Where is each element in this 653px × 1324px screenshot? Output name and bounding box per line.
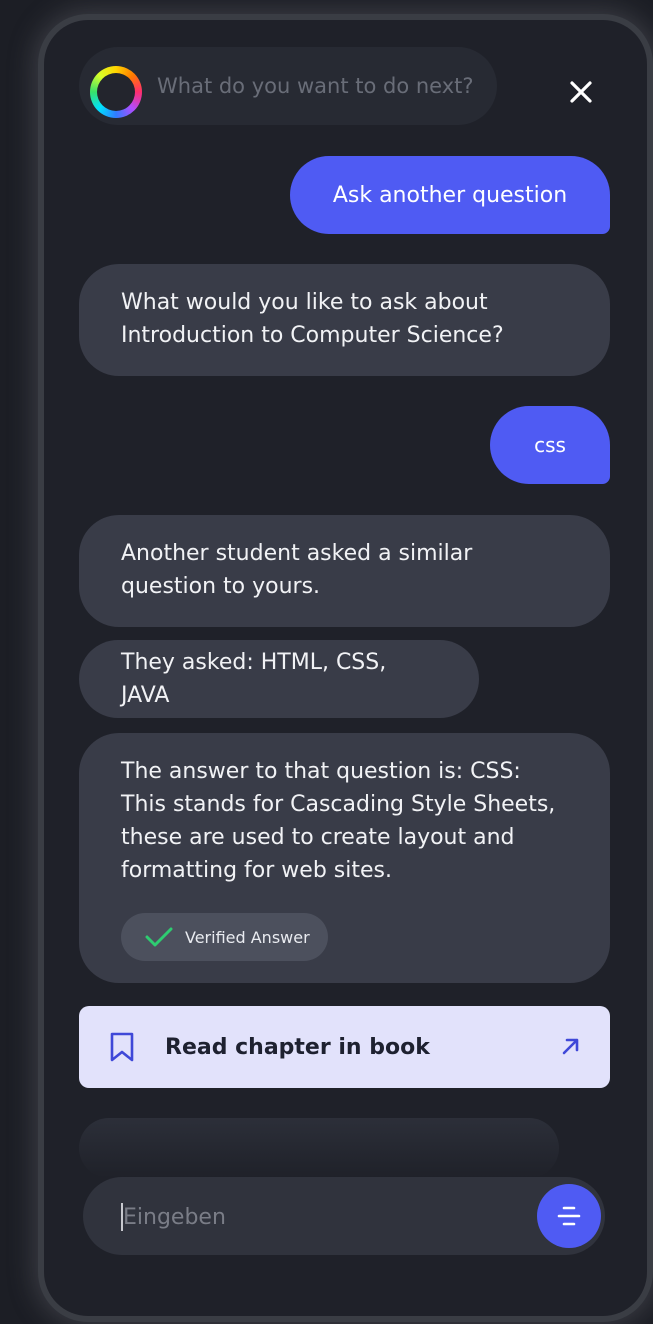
verified-answer-badge: Verified Answer [121,913,328,961]
user-message-text: Ask another question [332,182,568,208]
text-caret [121,1203,123,1231]
chat-panel: What do you want to do next? Ask another… [44,20,647,1316]
assistant-message: Another student asked a similar question… [79,515,610,627]
checkmark-icon [145,927,173,947]
next-action-pill[interactable]: What do you want to do next? [79,47,497,125]
assistant-message-text: They asked: HTML, CSS, JAVA [121,650,387,708]
user-message-text: css [534,432,566,457]
user-message: Ask another question [290,156,610,234]
assistant-message: What would you like to ask about Introdu… [79,264,610,376]
rainbow-ring-icon [90,66,142,118]
read-chapter-label: Read chapter in book [165,1034,430,1060]
message-composer [83,1177,605,1257]
assistant-message-text: What would you like to ask about Introdu… [121,290,504,348]
menu-button[interactable] [537,1184,601,1248]
faded-message-preview [79,1118,559,1178]
verified-answer-label: Verified Answer [185,927,310,947]
assistant-message-text: Another student asked a similar question… [121,541,473,599]
close-button[interactable] [561,72,601,112]
assistant-message-text: The answer to that question is: CSS: Thi… [121,759,556,883]
user-message: css [490,406,610,484]
menu-lines-icon [557,1206,581,1226]
assistant-answer-message: The answer to that question is: CSS: Thi… [79,733,610,983]
message-input[interactable] [121,1177,525,1257]
bookmark-icon [110,1032,134,1062]
assistant-message: They asked: HTML, CSS, JAVA [79,640,479,718]
close-icon [570,81,592,103]
arrow-up-right-icon [562,1038,579,1055]
next-action-placeholder: What do you want to do next? [157,74,474,98]
read-chapter-button[interactable]: Read chapter in book [79,1006,610,1088]
